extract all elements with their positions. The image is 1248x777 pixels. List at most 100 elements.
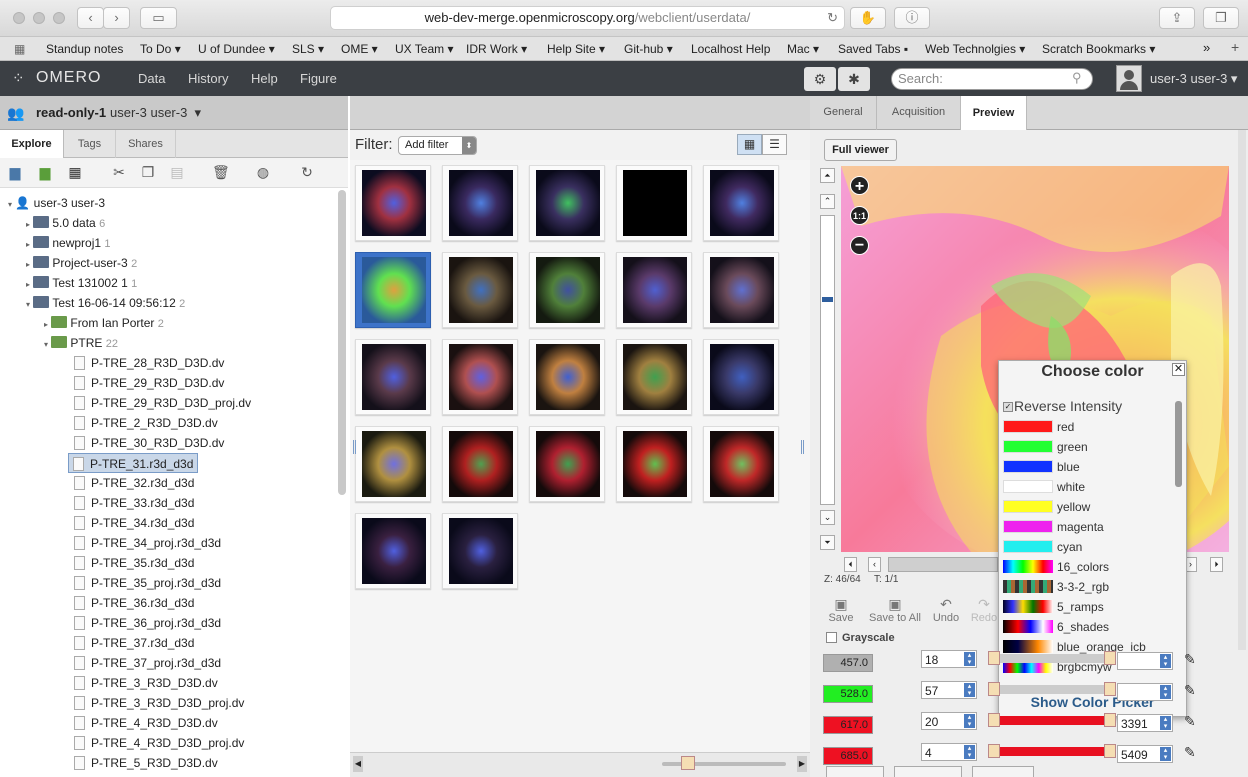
stepper-icon[interactable]: ▴ ▾ [964, 714, 975, 728]
eyedropper-icon[interactable]: ✎ [1184, 713, 1196, 730]
tree-scrollbar[interactable] [338, 190, 346, 495]
tree-project[interactable]: ▸ 5.0 data 6 [26, 213, 105, 233]
tree-project[interactable]: ▾ Test 16-06-14 09:56:12 2 [26, 293, 185, 313]
more-bookmarks-button[interactable]: » [1203, 40, 1210, 55]
t-first-icon[interactable]: ⏴ [844, 557, 857, 572]
tree-image[interactable]: P-TRE_28_R3D_D3D.dv [74, 353, 224, 373]
tree-dataset[interactable]: ▾ PTRE 22 [44, 333, 118, 353]
channel-range-slider[interactable] [988, 682, 1116, 696]
color-option[interactable]: yellow [1003, 497, 1169, 517]
bookmark[interactable]: Web Technolgies ▾ [925, 42, 1025, 56]
tree-image[interactable]: P-TRE_4_R3D_D3D.dv [74, 713, 218, 733]
channel-range-slider[interactable] [988, 651, 1116, 665]
color-option[interactable]: blue [1003, 457, 1169, 477]
tree-image[interactable]: P-TRE_31.r3d_d3d [68, 453, 199, 473]
tree-project[interactable]: ▸ Project-user-3 2 [26, 253, 137, 273]
group-name[interactable]: read-only-1 [36, 105, 106, 120]
share-button[interactable]: ⇪ [1159, 7, 1195, 29]
address-bar[interactable]: web-dev-merge.openmicroscopy.org/webclie… [330, 6, 845, 30]
bookmark[interactable]: To Do ▾ [140, 42, 181, 56]
zoom-slider-handle[interactable] [681, 756, 695, 770]
tree-image[interactable]: P-TRE_36_proj.r3d_d3d [74, 613, 221, 633]
stepper-icon[interactable]: ▴ ▾ [1160, 747, 1171, 761]
right-scrollbar[interactable] [1238, 130, 1246, 650]
bookmark[interactable]: OME ▾ [341, 42, 378, 56]
eyedropper-icon[interactable]: ✎ [1184, 651, 1196, 668]
paste-icon[interactable]: ▤ [169, 165, 185, 179]
color-option[interactable]: cyan [1003, 537, 1169, 557]
range-start-handle[interactable] [988, 682, 1000, 696]
bookmark[interactable]: SLS ▾ [292, 42, 324, 56]
globe-icon[interactable]: ◍ [255, 165, 271, 179]
nav-figure[interactable]: Figure [300, 71, 337, 86]
stepper-icon[interactable]: ▴ ▾ [1160, 685, 1171, 699]
bookmark[interactable]: Saved Tabs ▪ [838, 42, 908, 56]
scroll-right-icon[interactable]: ▶ [797, 756, 807, 772]
channel-start-input[interactable]: 4 ▴ ▾ [921, 743, 977, 761]
channel-range-slider[interactable] [988, 744, 1116, 758]
reverse-intensity-checkbox[interactable]: ✓ [1003, 402, 1013, 412]
bookmark[interactable]: UX Team ▾ [395, 42, 454, 56]
color-option[interactable]: white [1003, 477, 1169, 497]
range-end-handle[interactable] [1104, 713, 1116, 727]
cut-icon[interactable]: ✂ [111, 165, 127, 179]
tab-preview[interactable]: Preview [961, 96, 1027, 131]
bookmark[interactable]: IDR Work ▾ [466, 42, 527, 56]
image-thumbnail[interactable] [442, 513, 518, 589]
refresh-icon[interactable]: ↻ [299, 165, 315, 179]
stepper-icon[interactable]: ▴ ▾ [1160, 716, 1171, 730]
tree-image[interactable]: P-TRE_33.r3d_d3d [74, 493, 194, 513]
bookmark[interactable]: Scratch Bookmarks ▾ [1042, 42, 1155, 56]
apps-icon[interactable]: ✱ [838, 67, 870, 91]
image-thumbnail[interactable] [355, 252, 431, 328]
image-thumbnail[interactable] [703, 339, 779, 415]
bookmark[interactable]: Standup notes [46, 42, 123, 56]
image-thumbnail[interactable] [442, 252, 518, 328]
bookmark[interactable]: Mac ▾ [787, 42, 819, 56]
tree-root[interactable]: ▾ 👤 user-3 user-3 [8, 193, 105, 213]
back-button[interactable]: ‹ [77, 7, 104, 29]
tree-image[interactable]: P-TRE_29_R3D_D3D.dv [74, 373, 224, 393]
color-list-scrollbar[interactable] [1175, 401, 1182, 487]
tree-image[interactable]: P-TRE_35.r3d_d3d [74, 553, 194, 573]
t-slider[interactable] [888, 557, 998, 572]
forward-button[interactable]: › [103, 7, 130, 29]
gear-icon[interactable]: ⚙ [804, 67, 836, 91]
tab-acquisition[interactable]: Acquisition [877, 96, 961, 130]
omero-logo[interactable]: OMERO [36, 69, 101, 87]
zoom-window-button[interactable] [53, 12, 65, 24]
image-thumbnail[interactable] [703, 165, 779, 241]
tree-image[interactable]: P-TRE_32.r3d_d3d [74, 473, 194, 493]
t-prev-icon[interactable]: ‹ [868, 557, 881, 572]
extension-button[interactable]: ✋ [850, 7, 886, 29]
new-tab-icon[interactable]: + [1231, 39, 1239, 55]
list-view-icon[interactable]: ☰ [762, 134, 787, 155]
image-thumbnail[interactable] [529, 426, 605, 502]
channel-end-input[interactable]: ▴ ▾ [1117, 683, 1173, 701]
stepper-icon[interactable]: ▴ ▾ [964, 652, 975, 666]
stepper-icon[interactable]: ▴ ▾ [964, 683, 975, 697]
channel-start-input[interactable]: 20 ▴ ▾ [921, 712, 977, 730]
channel-start-input[interactable]: 18 ▴ ▾ [921, 650, 977, 668]
nav-data[interactable]: Data [138, 71, 165, 86]
range-start-handle[interactable] [988, 713, 1000, 727]
zoom-out-icon[interactable]: − [850, 236, 869, 255]
z-first-icon[interactable]: ⏶ [820, 168, 835, 183]
tree-image[interactable]: P-TRE_34_proj.r3d_d3d [74, 533, 221, 553]
full-viewer-button[interactable]: Full viewer [824, 139, 897, 161]
tree-project[interactable]: ▸ newproj1 1 [26, 233, 111, 253]
range-end-handle[interactable] [1104, 651, 1116, 665]
new-project-icon[interactable]: ▆ [7, 165, 23, 179]
redo-button[interactable]: ↷ Redo [968, 596, 1000, 624]
image-thumbnail[interactable] [616, 165, 692, 241]
range-start-handle[interactable] [988, 744, 1000, 758]
channel-color-button[interactable]: 685.0 [823, 747, 873, 765]
z-slider[interactable] [820, 215, 835, 505]
z-slider-handle[interactable] [822, 297, 833, 302]
channel-end-input[interactable]: ▴ ▾ [1117, 652, 1173, 670]
nav-help[interactable]: Help [251, 71, 278, 86]
grayscale-checkbox[interactable] [826, 632, 837, 643]
avatar[interactable] [1116, 65, 1142, 92]
user-menu[interactable]: user-3 user-3 ▾ [1150, 71, 1237, 87]
lut-option[interactable]: 6_shades [1003, 617, 1169, 637]
